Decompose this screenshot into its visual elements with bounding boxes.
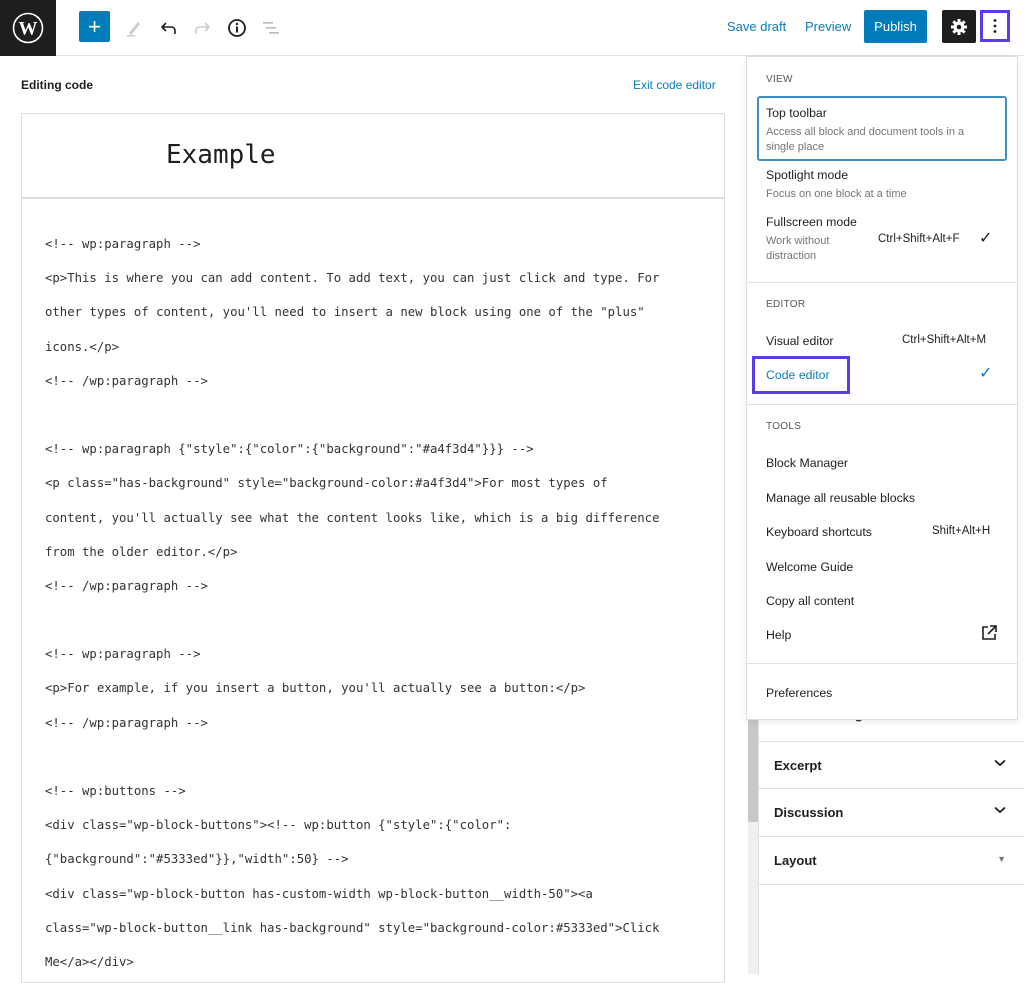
copy-all-content-option[interactable]: Copy all content	[766, 594, 854, 608]
discussion-panel[interactable]: Discussion	[758, 789, 1024, 837]
undo-button[interactable]	[152, 12, 184, 44]
tools-button[interactable]	[118, 12, 150, 44]
undo-icon	[160, 22, 176, 34]
post-title[interactable]: Example	[166, 140, 276, 170]
more-vertical-icon	[993, 19, 997, 33]
tools-group-label: TOOLS	[766, 421, 802, 432]
external-link-icon	[980, 624, 998, 647]
editing-code-label: Editing code	[21, 78, 93, 92]
fullscreen-mode-desc-2: distraction	[766, 250, 817, 262]
discussion-label: Discussion	[774, 805, 844, 820]
editor-group-label: EDITOR	[766, 299, 806, 310]
menu-divider	[747, 282, 1017, 283]
code-line: <div class="wp-block-buttons"><!-- wp:bu…	[45, 818, 512, 833]
code-line: <p class="has-background" style="backgro…	[45, 476, 608, 491]
keyboard-shortcuts-shortcut: Shift+Alt+H	[932, 525, 991, 537]
code-line: content, you'll actually see what the co…	[45, 510, 660, 525]
top-toolbar-desc: Access all block and document tools in a	[766, 126, 965, 138]
spotlight-mode-option[interactable]: Spotlight mode	[766, 168, 848, 182]
exit-code-editor-link[interactable]: Exit code editor	[633, 78, 716, 92]
excerpt-label: Excerpt	[774, 758, 822, 773]
options-menu-button[interactable]	[980, 10, 1010, 42]
spotlight-mode-desc: Focus on one block at a time	[766, 188, 907, 200]
pencil-icon	[127, 22, 140, 37]
save-draft-button[interactable]: Save draft	[727, 19, 786, 34]
code-line: <div class="wp-block-button has-custom-w…	[45, 886, 593, 901]
visual-editor-option[interactable]: Visual editor	[766, 334, 833, 348]
visual-editor-shortcut: Ctrl+Shift+Alt+M	[902, 334, 987, 346]
help-option[interactable]: Help	[766, 628, 791, 642]
top-toolbar-desc-2: single place	[766, 141, 825, 153]
chevron-down-icon	[994, 756, 1006, 770]
code-editor-option[interactable]: Code editor	[766, 368, 830, 382]
fullscreen-mode-option[interactable]: Fullscreen mode	[766, 215, 857, 229]
top-toolbar: W + Save draft Preview Publish	[0, 0, 1024, 56]
code-line: {"background":"#5333ed"}},"width":50} --…	[45, 852, 349, 867]
preview-button[interactable]: Preview	[805, 19, 851, 34]
keyboard-shortcuts-option[interactable]: Keyboard shortcuts	[766, 525, 872, 539]
menu-divider	[747, 663, 1017, 664]
wordpress-logo[interactable]: W	[0, 0, 56, 56]
code-line: <p>For example, if you insert a button, …	[45, 681, 586, 696]
code-line: icons.</p>	[45, 339, 120, 354]
svg-text:W: W	[19, 19, 38, 40]
gear-icon	[951, 18, 967, 35]
redo-icon	[195, 22, 211, 34]
top-toolbar-label: Top toolbar	[766, 106, 827, 120]
plus-icon: +	[88, 14, 101, 39]
code-line: <!-- /wp:paragraph -->	[45, 715, 208, 730]
code-line: <!-- /wp:paragraph -->	[45, 373, 208, 388]
menu-divider	[747, 404, 1017, 405]
layout-label: Layout	[774, 853, 817, 868]
details-button[interactable]	[221, 12, 253, 44]
code-line: <p>This is where you can add content. To…	[45, 271, 660, 286]
wordpress-icon: W	[12, 12, 44, 44]
block-manager-option[interactable]: Block Manager	[766, 456, 848, 470]
manage-reusable-blocks-option[interactable]: Manage all reusable blocks	[766, 491, 915, 505]
layout-panel[interactable]: Layout ▼	[758, 837, 1024, 885]
code-line: <!-- wp:paragraph {"style":{"color":{"ba…	[45, 442, 534, 457]
info-icon	[228, 19, 246, 37]
options-dropdown-menu: VIEW Top toolbar Access all block and do…	[746, 56, 1018, 720]
preferences-option[interactable]: Preferences	[766, 686, 832, 700]
settings-button[interactable]	[942, 10, 976, 43]
check-icon: ✓	[979, 365, 993, 382]
code-line: other types of content, you'll need to i…	[45, 305, 645, 320]
welcome-guide-option[interactable]: Welcome Guide	[766, 560, 853, 574]
check-icon: ✓	[979, 230, 993, 247]
redo-button[interactable]	[187, 12, 219, 44]
fullscreen-mode-desc: Work without	[766, 235, 830, 247]
caret-down-icon: ▼	[997, 854, 1006, 864]
publish-button[interactable]: Publish	[864, 10, 927, 43]
view-group-label: VIEW	[766, 74, 793, 85]
post-title-field[interactable]: Example	[22, 114, 724, 199]
chevron-down-icon	[994, 803, 1006, 817]
code-textarea[interactable]: <!-- wp:paragraph --> <p>This is where yo…	[22, 199, 724, 979]
code-line: class="wp-block-button__link has-backgro…	[45, 920, 660, 935]
code-line: <!-- wp:paragraph -->	[45, 237, 201, 251]
fullscreen-shortcut: Ctrl+Shift+Alt+F	[878, 233, 960, 245]
excerpt-panel[interactable]: Excerpt	[758, 741, 1024, 789]
list-view-button[interactable]	[255, 12, 287, 44]
code-line: <!-- wp:buttons -->	[45, 784, 186, 798]
code-line: <!-- /wp:paragraph -->	[45, 578, 208, 593]
list-view-icon	[263, 22, 279, 34]
code-editor-panel: Example <!-- wp:paragraph --> <p>This is …	[21, 113, 725, 983]
block-inserter-button[interactable]: +	[79, 11, 110, 42]
code-line: from the older editor.</p>	[45, 544, 238, 559]
code-line: <!-- wp:paragraph -->	[45, 647, 201, 662]
